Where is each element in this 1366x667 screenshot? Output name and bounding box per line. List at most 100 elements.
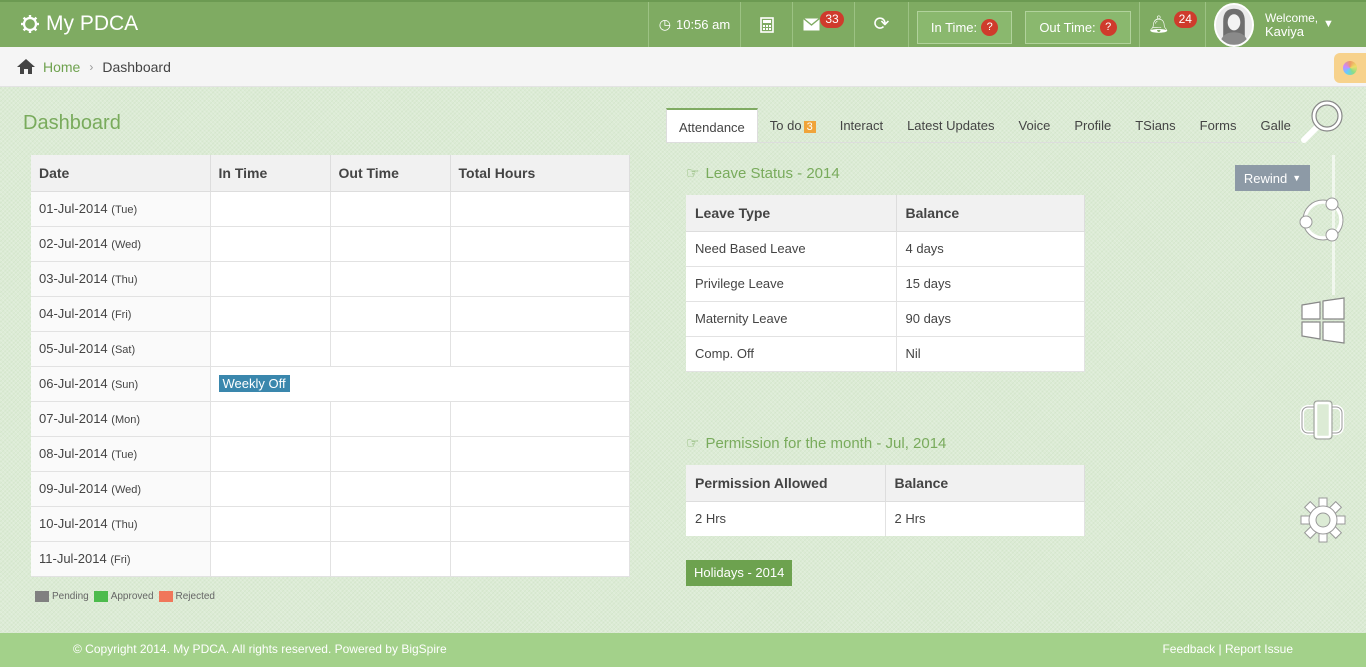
breadcrumb-current: Dashboard [102,58,171,75]
weekday-text: (Fri) [110,554,131,566]
clock-time: 10:56 am [676,17,731,32]
table-row: Privilege Leave 15 days [686,266,1085,302]
settings-charm[interactable] [1298,495,1348,545]
tab-forms[interactable]: Forms [1188,108,1249,142]
out-time-cell [330,296,451,332]
total-hours-cell [450,541,630,577]
devices-charm[interactable] [1298,395,1348,445]
legend-approved: Approved [110,591,154,602]
home-icon[interactable] [17,59,35,74]
weekday-text: (Tue) [111,449,138,461]
tab-voice[interactable]: Voice [1007,108,1063,142]
windows-icon [1301,297,1345,344]
total-hours-cell [450,226,630,262]
out-time-cell [330,401,451,437]
mail-button[interactable]: 33 [792,2,854,47]
tab-profile[interactable]: Profile [1062,108,1123,142]
col-permission-allowed: Permission Allowed [686,465,886,502]
calculator-button[interactable] [740,2,792,47]
clock-icon: ◷ [658,16,671,32]
permission-title: Permission for the month - Jul, 2014 [705,434,947,452]
theme-picker-button[interactable] [1334,53,1366,83]
page-title: Dashboard [23,112,121,134]
table-row: Maternity Leave 90 days [686,301,1085,337]
date-text: 08-Jul-2014 [39,446,108,461]
date-text: 06-Jul-2014 [39,376,108,391]
note-cell: Weekly Off [210,366,630,402]
bell-icon: 🔔︎ [1148,14,1170,34]
caret-down-icon: ▼ [1292,173,1302,183]
holidays-button[interactable]: Holidays - 2014 [686,560,793,586]
refresh-button[interactable]: ⟳ [854,2,908,47]
in-time-button[interactable]: In Time: ? [917,11,1012,44]
tab-gallery[interactable]: Galle [1249,108,1297,142]
tab-attendance[interactable]: Attendance [666,108,758,142]
total-hours-cell [450,191,630,227]
tab-interact-label: Interact [839,118,884,133]
in-time-cell [210,296,331,332]
gear-icon [1300,497,1346,543]
share-charm[interactable] [1298,195,1348,245]
leave-balance-cell: 15 days [896,266,1085,302]
out-time-label: Out Time: [1039,20,1096,35]
table-row: 07-Jul-2014 (Mon) [31,401,630,437]
leave-status-table: Leave Type Balance Need Based Leave 4 day… [686,195,1085,372]
tab-todo[interactable]: To do 3 [758,108,828,142]
caret-down-icon[interactable]: ▼ [1323,18,1334,30]
weekly-off-label: Weekly Off [218,375,290,392]
table-row: 09-Jul-2014 (Wed) [31,471,630,507]
tab-latest-updates[interactable]: Latest Updates [895,108,1006,142]
weekday-text: (Thu) [111,274,138,286]
table-row: Comp. Off Nil [686,336,1085,372]
breadcrumb-home-link[interactable]: Home [43,59,80,75]
tab-tsians[interactable]: TSians [1123,108,1187,142]
permission-heading: ☞ Permission for the month - Jul, 2014 [686,434,947,453]
out-time-cell [330,331,451,367]
in-time-cell [210,226,331,262]
todo-count-badge: 3 [803,121,816,133]
out-time-button[interactable]: Out Time: ? [1025,11,1131,44]
welcome-label: Welcome, [1265,11,1319,25]
footer-links: Feedback | Report Issue [1162,642,1293,656]
devices-icon [1300,400,1344,440]
notifications-button[interactable]: 🔔︎ 24 [1139,2,1205,47]
in-time-cell [210,541,331,577]
refresh-icon: ⟳ [873,14,890,35]
in-time-badge: ? [981,19,999,36]
rewind-button[interactable]: Rewind ▼ [1235,165,1310,191]
date-cell: 11-Jul-2014 (Fri) [31,541,211,577]
color-wheel-icon [1343,61,1357,75]
out-time-cell [330,191,451,227]
date-text: 04-Jul-2014 [39,306,108,321]
tab-latest-updates-label: Latest Updates [907,118,995,133]
table-row: 02-Jul-2014 (Wed) [31,226,630,262]
app-title: My PDCA [46,12,139,35]
user-avatar-icon [1216,5,1252,45]
tab-interact[interactable]: Interact [828,108,895,142]
date-cell: 02-Jul-2014 (Wed) [31,226,211,262]
in-time-cell [210,261,331,297]
status-legend: Pending Approved Rejected [33,591,215,602]
date-cell: 06-Jul-2014 (Sun) [31,366,211,402]
breadcrumb-separator-icon: › [89,59,94,74]
attendance-table: Date In Time Out Time Total Hours 01-Jul… [31,155,630,577]
table-row: 2 Hrs 2 Hrs [686,501,1085,536]
report-issue-link[interactable]: Report Issue [1225,642,1293,656]
permission-allowed-cell: 2 Hrs [686,501,886,536]
app-brand[interactable]: My PDCA [20,12,138,36]
tab-forms-label: Forms [1199,118,1237,133]
clock: ◷ 10:56 am [648,2,740,47]
share-icon [1299,197,1344,242]
total-hours-cell [450,436,630,472]
legend-pending: Pending [52,591,89,602]
tab-voice-label: Voice [1018,118,1051,133]
user-welcome[interactable]: Welcome, Kaviya [1265,11,1318,39]
avatar[interactable] [1214,3,1254,47]
attendance-body: 01-Jul-2014 (Tue) 02-Jul-2014 (Wed) 03-Jul… [31,191,630,577]
in-time-cell [210,471,331,507]
out-time-cell [330,471,451,507]
start-charm[interactable] [1298,295,1348,345]
tab-profile-label: Profile [1074,118,1112,133]
feedback-link[interactable]: Feedback [1162,642,1215,656]
search-charm[interactable] [1298,96,1348,146]
